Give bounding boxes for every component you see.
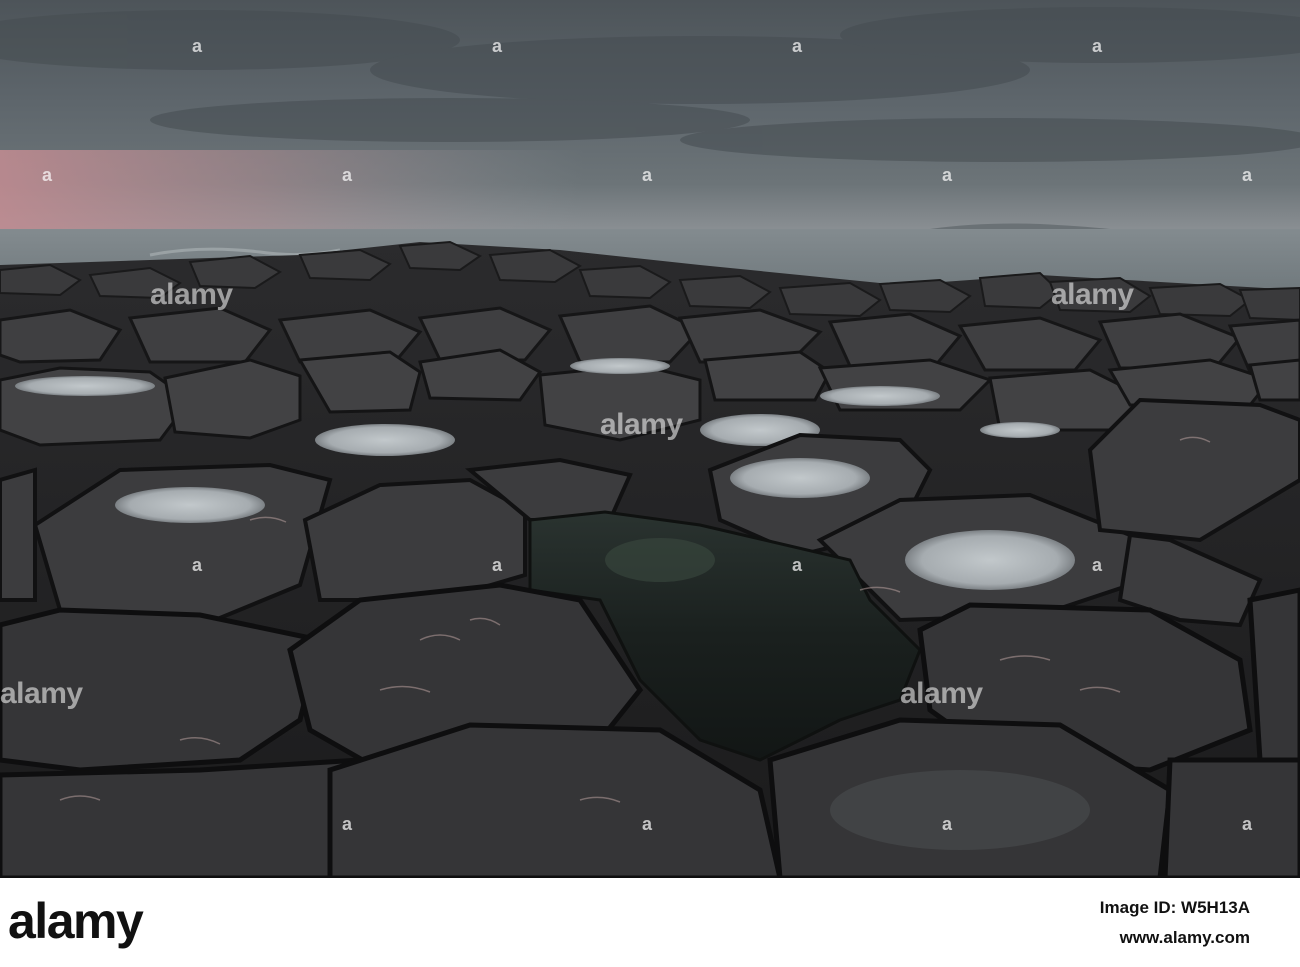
image-id-label: Image ID: W5H13A (1099, 898, 1250, 917)
footer-bar: alamy Image ID: W5H13A www.alamy.com (0, 878, 1300, 967)
photo-giants-causeway: a a a a a a a a a alamy alamy alamy alam… (0, 0, 1300, 878)
footer-meta: Image ID: W5H13A www.alamy.com (1100, 898, 1250, 948)
alamy-logo: alamy (8, 893, 144, 949)
photo-illustration (0, 0, 1300, 878)
site-url: www.alamy.com (1119, 928, 1250, 947)
